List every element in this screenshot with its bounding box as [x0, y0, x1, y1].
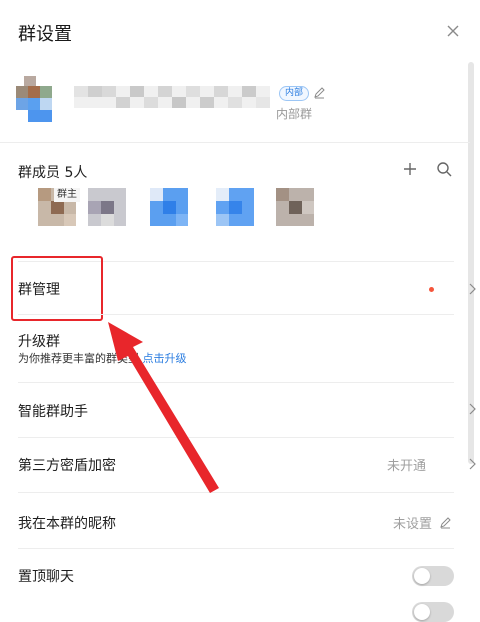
toggle-knob: [414, 568, 430, 584]
divider: [18, 437, 454, 438]
group-avatar[interactable]: [14, 76, 64, 124]
row-label: 升级群: [18, 334, 60, 350]
divider: [18, 492, 454, 493]
divider: [18, 382, 454, 383]
close-icon[interactable]: [444, 22, 462, 40]
notification-dot: [429, 287, 434, 292]
row-label: 置顶聊天: [18, 569, 74, 585]
nickname-value: 未设置: [392, 517, 432, 532]
highlight-box: [11, 256, 103, 321]
pin-chat-toggle[interactable]: [412, 566, 454, 586]
internal-tag: 内部: [279, 86, 310, 101]
plus-icon[interactable]: [402, 161, 418, 177]
group-name-blurred: [74, 80, 270, 114]
member-avatar[interactable]: [216, 188, 254, 226]
next-row-toggle[interactable]: [412, 602, 454, 622]
encryption-status: 未开通: [386, 459, 426, 474]
divider: [0, 142, 470, 143]
upgrade-desc: 为你推荐更丰富的群类型 点击升级: [18, 350, 187, 366]
row-label: 第三方密盾加密: [18, 458, 116, 474]
group-type-label: 内部群: [276, 107, 313, 121]
chevron-right-icon: [469, 403, 476, 415]
group-settings-panel: 群设置 内部 内部群 群成员 5人 群主 群管理 升级群 为你推荐更丰富的群类型…: [0, 0, 480, 622]
search-icon[interactable]: [436, 161, 452, 177]
toggle-knob: [414, 604, 430, 620]
edit-icon[interactable]: [439, 516, 452, 529]
edit-icon[interactable]: [313, 86, 326, 99]
owner-tag: 群主: [54, 188, 80, 202]
upgrade-desc-text: 为你推荐更丰富的群类型: [18, 352, 139, 365]
divider: [18, 548, 454, 549]
row-label: 智能群助手: [18, 404, 88, 420]
chevron-right-icon: [469, 283, 476, 295]
members-title: 群成员 5人: [18, 165, 88, 181]
row-label: 我在本群的昵称: [18, 516, 116, 532]
chevron-right-icon: [469, 458, 476, 470]
member-avatar[interactable]: [150, 188, 188, 226]
divider: [18, 314, 454, 315]
page-title: 群设置: [18, 24, 72, 45]
upgrade-link[interactable]: 点击升级: [143, 352, 187, 365]
member-avatar[interactable]: [88, 188, 126, 226]
member-avatar[interactable]: [276, 188, 314, 226]
